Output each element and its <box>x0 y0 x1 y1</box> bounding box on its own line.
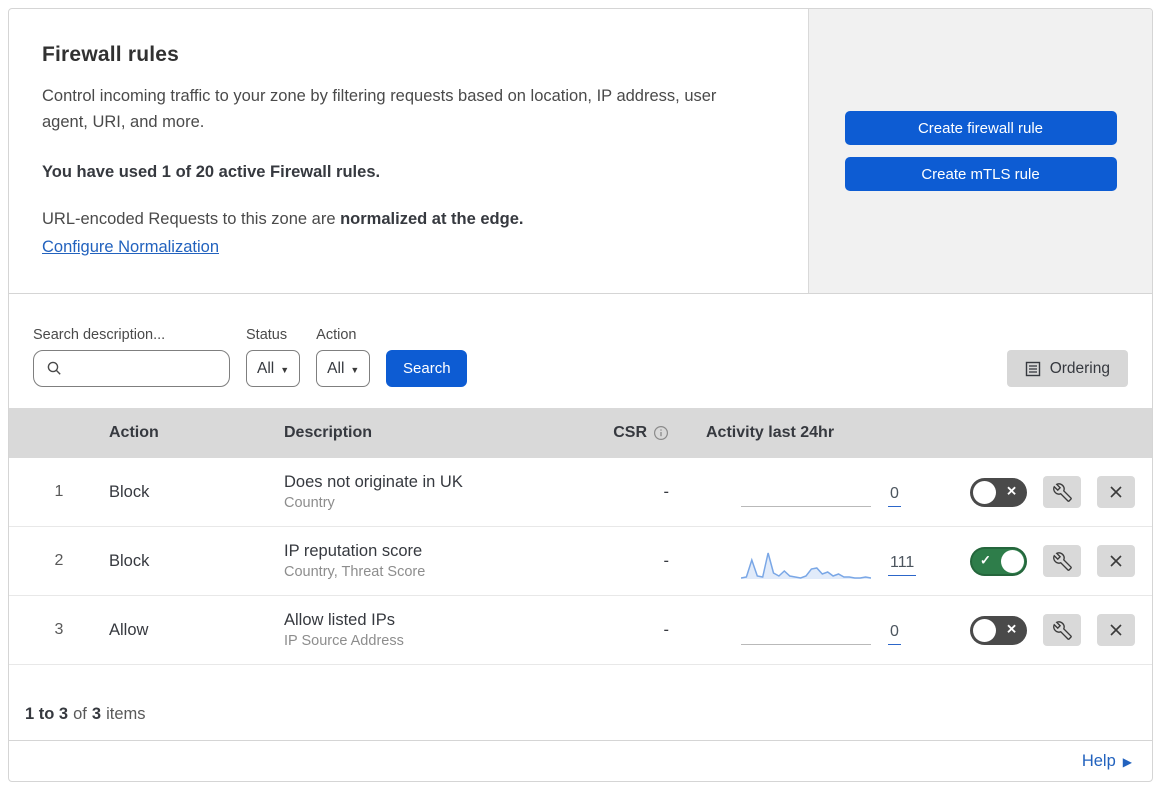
wrench-icon <box>1052 620 1072 640</box>
status-value: All <box>257 359 275 377</box>
rule-activity-cell: 0 ✕ <box>669 470 1135 514</box>
normalization-prefix: URL-encoded Requests to this zone are <box>42 210 341 228</box>
search-input[interactable] <box>33 350 230 387</box>
delete-rule-button[interactable] <box>1097 545 1135 577</box>
rule-criteria: Country, Threat Score <box>284 564 426 580</box>
actions-panel: Create firewall rule Create mTLS rule <box>808 9 1152 293</box>
toggle-knob <box>1001 549 1024 573</box>
toggle-knob <box>973 618 996 642</box>
ordering-button[interactable]: Ordering <box>1006 350 1128 387</box>
rule-description: Allow listed IPs <box>284 611 395 629</box>
close-icon <box>1110 624 1122 636</box>
close-icon <box>1110 486 1122 498</box>
rule-enable-toggle[interactable]: ✕ <box>970 477 1027 507</box>
wrench-icon <box>1052 551 1072 571</box>
edit-rule-button[interactable] <box>1043 614 1081 646</box>
action-value: All <box>327 359 345 377</box>
rule-criteria: Country <box>284 495 335 511</box>
pagination-range: 1 to 3 <box>25 705 69 723</box>
arrow-right-icon: ▶ <box>1122 755 1132 769</box>
chevron-down-icon: ▼ <box>350 364 360 375</box>
toggle-state-icon: ✓ <box>980 552 991 568</box>
rule-description: IP reputation score <box>284 542 423 560</box>
rule-number: 2 <box>54 552 64 569</box>
table-row: 2 Block IP reputation score Country, Thr… <box>9 527 1152 596</box>
delete-rule-button[interactable] <box>1097 614 1135 646</box>
page-title: Firewall rules <box>42 43 180 66</box>
edit-rule-button[interactable] <box>1043 545 1081 577</box>
activity-count-link[interactable]: 0 <box>888 623 901 645</box>
ordering-list-icon <box>1025 361 1040 376</box>
create-firewall-rule-button[interactable]: Create firewall rule <box>844 111 1117 145</box>
configure-normalization-link[interactable]: Configure Normalization <box>42 238 219 257</box>
rule-enable-toggle[interactable]: ✓ <box>970 546 1027 576</box>
header-activity: Activity last 24hr <box>706 424 835 441</box>
rule-description-cell: Allow listed IPs IP Source Address <box>284 611 599 649</box>
pagination-items-label: items <box>106 705 146 723</box>
close-icon <box>1110 555 1122 567</box>
activity-sparkline <box>741 549 871 583</box>
normalization-bold: normalized at the edge. <box>340 210 524 228</box>
normalization-text: URL-encoded Requests to this zone are no… <box>42 210 768 229</box>
csr-label: CSR <box>613 424 647 441</box>
delete-rule-button[interactable] <box>1097 476 1135 508</box>
toggle-state-icon: ✕ <box>1006 483 1017 499</box>
status-label: Status <box>246 327 288 343</box>
toggle-knob <box>973 480 996 504</box>
header-csr: CSR <box>599 424 669 442</box>
edit-rule-button[interactable] <box>1043 476 1081 508</box>
rule-number: 1 <box>54 483 64 500</box>
page-description: Control incoming traffic to your zone by… <box>42 87 717 131</box>
activity-sparkline <box>741 480 871 514</box>
rule-enable-toggle[interactable]: ✕ <box>970 615 1027 645</box>
rule-description: Does not originate in UK <box>284 473 463 491</box>
pagination-summary: 1 to 3 of 3 items <box>9 665 1152 740</box>
status-dropdown[interactable]: All ▼ <box>246 350 301 387</box>
rule-csr-value: - <box>663 482 670 501</box>
rule-action: Block <box>109 551 150 570</box>
header-description: Description <box>284 424 373 441</box>
help-bar: Help ▶ <box>9 740 1152 781</box>
filter-bar: Search description... Status All ▼ Actio… <box>9 294 1152 408</box>
action-dropdown[interactable]: All ▼ <box>316 350 371 387</box>
firewall-rules-card: Firewall rules Control incoming traffic … <box>8 8 1153 782</box>
rule-description-cell: IP reputation score Country, Threat Scor… <box>284 542 599 580</box>
activity-count-link[interactable]: 0 <box>888 485 901 507</box>
rule-criteria: IP Source Address <box>284 633 404 649</box>
help-label: Help <box>1081 751 1116 770</box>
action-label: Action <box>316 327 357 343</box>
toggle-state-icon: ✕ <box>1006 621 1017 637</box>
table-row: 1 Block Does not originate in UK Country… <box>9 458 1152 527</box>
activity-sparkline <box>741 618 871 652</box>
pagination-total: 3 <box>91 705 102 723</box>
intro-text-block: Firewall rules Control incoming traffic … <box>9 9 808 293</box>
info-icon[interactable] <box>653 425 669 441</box>
wrench-icon <box>1052 482 1072 502</box>
search-label: Search description... <box>33 327 166 343</box>
rule-activity-cell: 0 ✕ <box>669 608 1135 652</box>
search-button[interactable]: Search <box>386 350 468 387</box>
rule-number: 3 <box>54 621 64 638</box>
table-header: Action Description CSR Activity last 24h… <box>9 408 1152 458</box>
rule-description-cell: Does not originate in UK Country <box>284 473 599 511</box>
header-action: Action <box>109 424 159 441</box>
help-link[interactable]: Help ▶ <box>1082 752 1132 771</box>
pagination-of: of <box>73 705 87 723</box>
rule-action: Block <box>109 482 150 501</box>
ordering-button-label: Ordering <box>1049 359 1110 377</box>
rule-activity-cell: 111 ✓ <box>669 539 1135 583</box>
intro-section: Firewall rules Control incoming traffic … <box>9 9 1152 294</box>
create-mtls-rule-button[interactable]: Create mTLS rule <box>844 157 1117 191</box>
usage-summary: You have used 1 of 20 active Firewall ru… <box>42 163 381 181</box>
rule-action: Allow <box>109 620 149 639</box>
rule-csr-value: - <box>663 620 670 639</box>
rule-csr-value: - <box>663 551 670 570</box>
chevron-down-icon: ▼ <box>280 364 290 375</box>
activity-count-link[interactable]: 111 <box>888 554 917 576</box>
table-row: 3 Allow Allow listed IPs IP Source Addre… <box>9 596 1152 665</box>
search-icon <box>47 361 61 375</box>
